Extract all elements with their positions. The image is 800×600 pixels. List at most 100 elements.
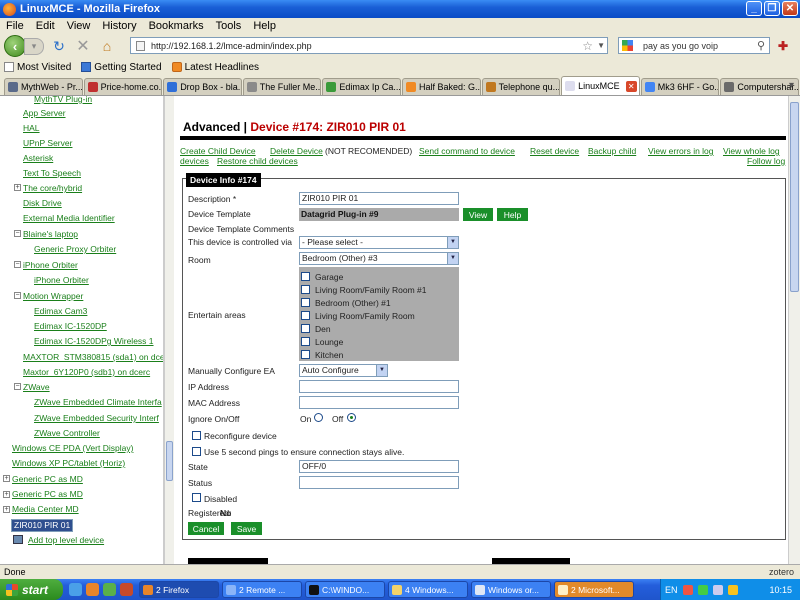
tree-item[interactable]: Edimax Cam3 bbox=[34, 306, 87, 316]
view-template-button[interactable]: View bbox=[463, 208, 493, 221]
reload-icon[interactable]: ↻ bbox=[50, 37, 68, 55]
menu-edit[interactable]: Edit bbox=[30, 20, 61, 32]
tree-item[interactable]: Edimax IC-1520DP bbox=[34, 321, 107, 331]
tree-item[interactable]: Disk Drive bbox=[23, 198, 62, 208]
menu-tools[interactable]: Tools bbox=[210, 20, 248, 32]
tree-item[interactable]: MythTV Plug-in bbox=[34, 96, 92, 104]
devices-link[interactable]: devices bbox=[180, 156, 209, 166]
delete-device-link[interactable]: Delete Device bbox=[270, 146, 323, 156]
cancel-button[interactable]: Cancel bbox=[188, 522, 224, 535]
app-icon[interactable] bbox=[103, 583, 116, 596]
ea-checkbox[interactable] bbox=[301, 285, 310, 294]
tree-item[interactable]: External Media Identifier bbox=[23, 213, 115, 223]
tab-mythweb[interactable]: MythWeb - Pr... bbox=[4, 78, 83, 95]
create-child-device-link[interactable]: Create Child Device bbox=[180, 146, 256, 156]
state-input[interactable]: OFF/0 bbox=[299, 460, 459, 473]
view-errors-link[interactable]: View errors in log bbox=[648, 146, 714, 156]
google-icon[interactable] bbox=[622, 40, 633, 51]
task-microsoft[interactable]: 2 Microsoft... bbox=[554, 581, 634, 598]
ignore-on-radio[interactable] bbox=[314, 413, 323, 422]
tree-item[interactable]: ZWave Controller bbox=[34, 428, 100, 438]
collapse-icon[interactable]: − bbox=[14, 230, 21, 237]
pings-checkbox[interactable] bbox=[192, 447, 201, 456]
bookmark-star-icon[interactable]: ☆ bbox=[582, 39, 593, 53]
url-dropdown-icon[interactable]: ▼ bbox=[597, 41, 605, 50]
send-command-link[interactable]: Send command to device bbox=[419, 146, 515, 156]
tree-item[interactable]: Maxtor_6Y120P0 (sdb1) on dcerc bbox=[23, 367, 150, 377]
tree-item[interactable]: iPhone Orbiter bbox=[34, 275, 89, 285]
description-input[interactable]: ZIR010 PIR 01 bbox=[299, 192, 459, 205]
tree-item[interactable]: ZWave Embedded Security Interf bbox=[34, 413, 159, 423]
menu-view[interactable]: View bbox=[61, 20, 97, 32]
ea-option[interactable]: Garage bbox=[301, 270, 459, 283]
ea-option[interactable]: Living Room/Family Room #1 bbox=[301, 283, 459, 296]
tray-icon[interactable] bbox=[697, 584, 708, 595]
tab-linuxmce[interactable]: LinuxMCE ✕ bbox=[561, 76, 640, 95]
task-remote[interactable]: 2 Remote ... bbox=[222, 581, 302, 598]
tree-item[interactable]: Windows CE PDA (Vert Display) bbox=[12, 443, 133, 453]
collapse-icon[interactable]: − bbox=[14, 292, 21, 299]
tree-item[interactable]: Blaine's laptop bbox=[23, 229, 78, 239]
ignore-off-radio[interactable] bbox=[347, 413, 356, 422]
tree-item[interactable]: Media Center MD bbox=[12, 504, 79, 514]
ea-option[interactable]: Lounge bbox=[301, 335, 459, 348]
tree-item[interactable]: Generic PC as MD bbox=[12, 474, 83, 484]
ea-checkbox[interactable] bbox=[301, 350, 310, 359]
task-windows-explorer[interactable]: 4 Windows... bbox=[388, 581, 468, 598]
addon-icon[interactable]: ✚ bbox=[778, 39, 796, 53]
ea-option[interactable]: Bedroom (Other) #1 bbox=[301, 296, 459, 309]
restore-child-link[interactable]: Restore child devices bbox=[217, 156, 298, 166]
room-select[interactable]: Bedroom (Other) #3 ▼ bbox=[299, 252, 459, 265]
mac-address-input[interactable] bbox=[299, 396, 459, 409]
network-icon[interactable] bbox=[712, 584, 723, 595]
tree-item[interactable]: Edimax IC-1520DPg Wireless 1 bbox=[34, 336, 154, 346]
start-button[interactable]: start bbox=[0, 579, 63, 600]
follow-log-link[interactable]: Follow log bbox=[747, 156, 785, 166]
tab-telephone[interactable]: Telephone qu... bbox=[481, 78, 561, 95]
view-whole-log-link[interactable]: View whole log bbox=[723, 146, 780, 156]
tab-drop-box[interactable]: Drop Box - bla... bbox=[163, 78, 242, 95]
tree-item[interactable]: Motion Wrapper bbox=[23, 291, 83, 301]
tree-item[interactable]: Windows XP PC/tablet (Horiz) bbox=[12, 458, 125, 468]
maximize-button[interactable]: ❐ bbox=[764, 1, 780, 16]
ea-checkbox[interactable] bbox=[301, 298, 310, 307]
collapse-icon[interactable]: − bbox=[14, 261, 21, 268]
tree-item[interactable]: Asterisk bbox=[23, 153, 53, 163]
ea-checkbox[interactable] bbox=[301, 337, 310, 346]
ip-address-input[interactable] bbox=[299, 380, 459, 393]
home-icon[interactable]: ⌂ bbox=[98, 37, 116, 55]
tray-icon[interactable] bbox=[682, 584, 693, 595]
url-bar[interactable]: http://192.168.1.2/lmce-admin/index.php … bbox=[130, 37, 608, 54]
menu-help[interactable]: Help bbox=[247, 20, 282, 32]
main-scrollbar[interactable] bbox=[788, 96, 800, 564]
help-button[interactable]: Help bbox=[497, 208, 528, 221]
bookmark-latest-headlines[interactable]: Latest Headlines bbox=[171, 62, 259, 73]
task-windows-or[interactable]: Windows or... bbox=[471, 581, 551, 598]
tree-item[interactable]: Generic PC as MD bbox=[12, 489, 83, 499]
menu-bookmarks[interactable]: Bookmarks bbox=[143, 20, 210, 32]
ea-checkbox[interactable] bbox=[301, 324, 310, 333]
task-cmd[interactable]: C:\WINDO... bbox=[305, 581, 385, 598]
task-firefox[interactable]: 2 Firefox bbox=[139, 581, 219, 598]
tray-icon[interactable] bbox=[727, 584, 738, 595]
tab-fuller-me[interactable]: The Fuller Me... bbox=[242, 78, 322, 95]
tree-item[interactable]: The core/hybrid bbox=[23, 183, 82, 193]
menu-history[interactable]: History bbox=[96, 20, 142, 32]
tree-item[interactable]: MAXTOR_STM380815 (sda1) on dcer bbox=[23, 352, 163, 362]
minimize-button[interactable]: _ bbox=[746, 1, 762, 16]
tree-item[interactable]: UPnP Server bbox=[23, 138, 72, 148]
tab-list-icon[interactable]: ▾ bbox=[789, 80, 794, 91]
ea-option[interactable]: Den bbox=[301, 322, 459, 335]
main-scroll-thumb[interactable] bbox=[790, 102, 799, 292]
stop-icon[interactable]: ✕ bbox=[74, 37, 92, 55]
tree-item[interactable]: App Server bbox=[23, 108, 66, 118]
menu-file[interactable]: File bbox=[0, 20, 30, 32]
app-icon[interactable] bbox=[120, 583, 133, 596]
ea-checkbox[interactable] bbox=[301, 272, 310, 281]
ie-icon[interactable] bbox=[69, 583, 82, 596]
firefox-icon[interactable] bbox=[86, 583, 99, 596]
tab-edimax[interactable]: Edimax Ip Ca... bbox=[322, 78, 401, 95]
back-button[interactable]: ‹ bbox=[4, 35, 26, 57]
status-input[interactable] bbox=[299, 476, 459, 489]
expand-icon[interactable]: + bbox=[14, 184, 21, 191]
